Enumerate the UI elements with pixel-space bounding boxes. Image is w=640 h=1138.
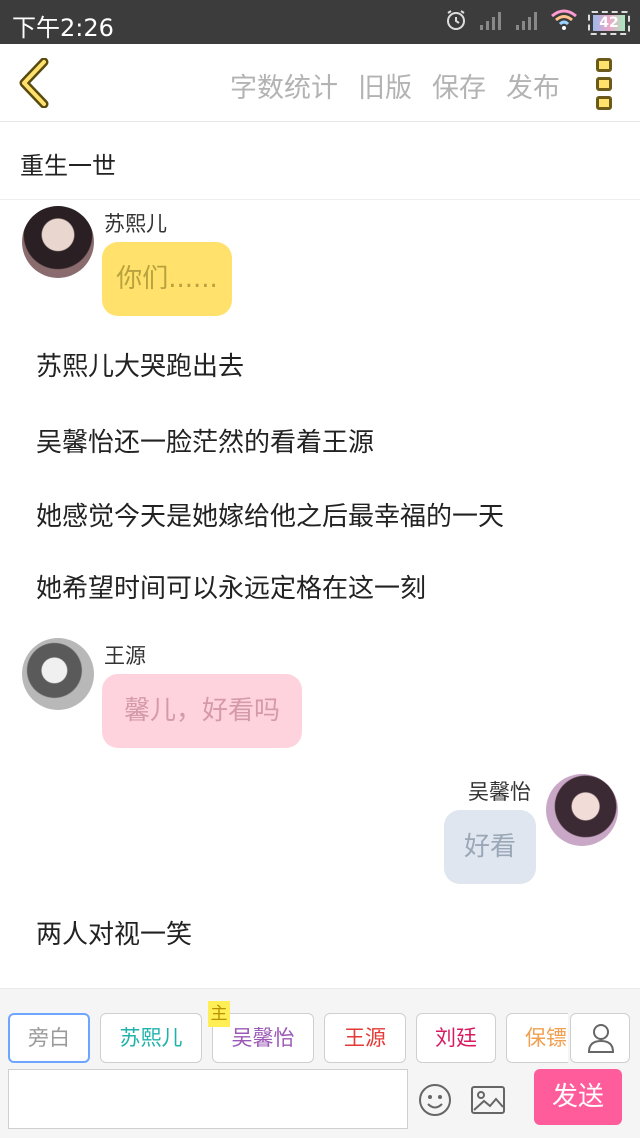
narration-line[interactable]: 两人对视一笑 (36, 914, 192, 951)
character-chip-liu-ting[interactable]: 刘廷 (416, 1013, 496, 1063)
story-title: 重生一世 (20, 152, 116, 180)
signal-icon-2 (514, 9, 540, 37)
editor-toolbar: 字数统计 旧版 保存 发布 (0, 44, 640, 122)
message-input[interactable] (9, 1070, 407, 1128)
narration-line[interactable]: 吴馨怡还一脸茫然的看着王源 (36, 422, 374, 459)
smiley-icon (419, 1084, 451, 1116)
wifi-icon (550, 9, 578, 37)
message-bubble[interactable]: 你们...... (102, 242, 232, 316)
menu-dot-icon (596, 96, 612, 110)
narration-line[interactable]: 苏熙儿大哭跑出去 (36, 346, 244, 383)
emoji-button[interactable] (418, 1083, 452, 1117)
character-manage-button[interactable] (570, 1013, 630, 1063)
battery-icon: 42 (588, 11, 630, 35)
speaker-name: 苏熙儿 (104, 212, 167, 236)
battery-level: 42 (599, 15, 619, 31)
send-button[interactable]: 发送 (534, 1069, 622, 1125)
character-selector: 旁白 苏熙儿 吴馨怡 王源 刘廷 保镖 (8, 1013, 568, 1063)
narration-line[interactable]: 她感觉今天是她嫁给他之后最幸福的一天 (36, 496, 504, 533)
message-bubble[interactable]: 好看 (444, 810, 536, 884)
status-bar: 下午2:26 42 (0, 0, 640, 44)
composer-panel: 旁白 苏熙儿 吴馨怡 王源 刘廷 保镖 主 发送 (0, 988, 640, 1138)
back-button[interactable] (14, 57, 54, 109)
message-input-box[interactable] (8, 1069, 408, 1129)
avatar-wang-yuan[interactable] (22, 638, 94, 710)
image-icon (471, 1086, 505, 1114)
save-button[interactable]: 保存 (432, 66, 486, 105)
speaker-name: 吴馨怡 (468, 780, 531, 804)
old-version-button[interactable]: 旧版 (358, 66, 412, 105)
main-character-tag: 主 (208, 1001, 230, 1027)
speaker-name: 王源 (104, 644, 146, 668)
more-menu-button[interactable] (596, 58, 616, 110)
menu-dot-icon (596, 58, 612, 72)
character-chip-narrator[interactable]: 旁白 (8, 1013, 90, 1063)
character-chip-su-xier[interactable]: 苏熙儿 (100, 1013, 202, 1063)
character-chip-wang-yuan[interactable]: 王源 (324, 1013, 406, 1063)
alarm-icon (444, 8, 468, 38)
signal-icon (478, 9, 504, 37)
menu-dot-icon (596, 77, 612, 91)
avatar-su-xier[interactable] (22, 206, 94, 278)
publish-button[interactable]: 发布 (506, 66, 560, 105)
character-chip-bodyguard[interactable]: 保镖 (506, 1013, 568, 1063)
message-bubble[interactable]: 馨儿，好看吗 (102, 674, 302, 748)
image-button[interactable] (470, 1083, 506, 1117)
narration-line[interactable]: 她希望时间可以永远定格在这一刻 (36, 568, 426, 605)
word-count-button[interactable]: 字数统计 (230, 66, 338, 105)
story-title-row[interactable]: 重生一世 (0, 122, 640, 200)
status-icons: 42 (444, 8, 630, 38)
chevron-left-icon (19, 57, 49, 109)
toolbar-actions: 字数统计 旧版 保存 发布 (230, 66, 560, 105)
avatar-wu-xinyi[interactable] (546, 774, 618, 846)
status-time: 下午2:26 (12, 14, 114, 42)
person-icon (587, 1024, 615, 1053)
